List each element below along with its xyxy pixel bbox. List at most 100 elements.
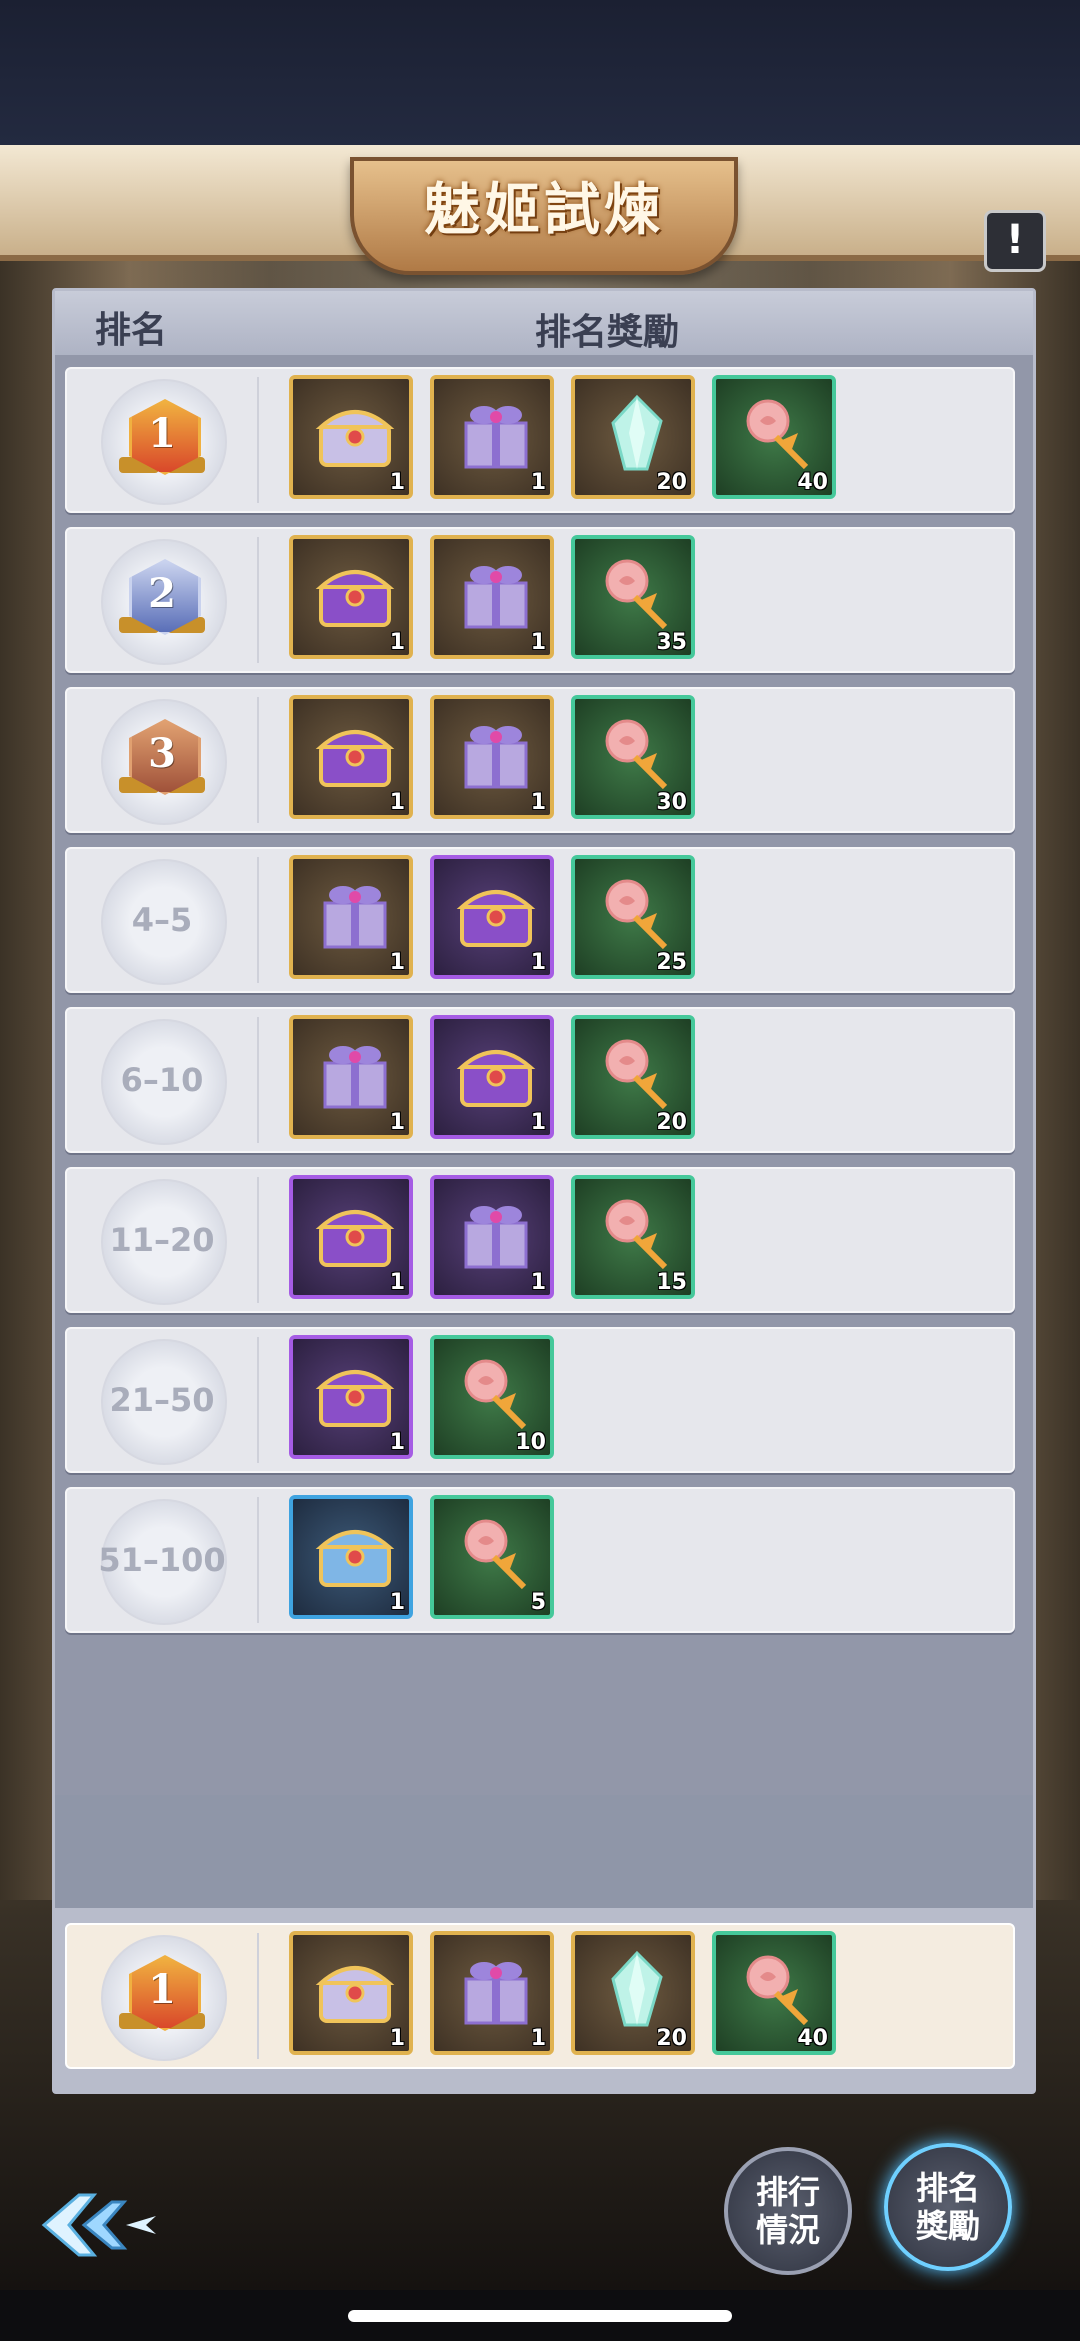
- item-quantity: 35: [656, 630, 687, 655]
- reward-item[interactable]: 10: [430, 1335, 554, 1459]
- row-divider: [257, 1337, 259, 1463]
- rank-medal-icon: 1: [119, 1955, 205, 2031]
- item-quantity: 20: [656, 470, 687, 495]
- ranking-reward-button[interactable]: 排名 獎勵: [884, 2143, 1012, 2271]
- rank-cell: 11–20: [67, 1169, 257, 1311]
- back-button[interactable]: [34, 2180, 164, 2270]
- gift-box-icon: [454, 1949, 538, 2029]
- blue-chest-icon: [313, 1513, 397, 1593]
- reward-item[interactable]: 1: [289, 855, 413, 979]
- table-header: 排名 排名獎勵: [55, 291, 1033, 355]
- silver-chest-icon: [313, 1949, 397, 2029]
- info-button[interactable]: !: [984, 210, 1046, 272]
- rank-range: 21–50: [109, 1381, 215, 1419]
- reward-row: 6–10 1 1 20: [65, 1007, 1015, 1153]
- reward-item[interactable]: 40: [712, 1931, 836, 2055]
- rank-cell: 3: [67, 689, 257, 831]
- reward-item[interactable]: 1: [430, 855, 554, 979]
- silver-chest-icon: [313, 393, 397, 473]
- gift-box-icon: [454, 393, 538, 473]
- reward-item[interactable]: 40: [712, 375, 836, 499]
- reward-item[interactable]: 1: [289, 695, 413, 819]
- header-reward: 排名獎勵: [535, 312, 680, 353]
- item-quantity: 20: [656, 1110, 687, 1135]
- reward-item[interactable]: 1: [289, 535, 413, 659]
- reward-row: 4–5 1 1 25: [65, 847, 1015, 993]
- rank-range: 4–5: [131, 901, 193, 939]
- reward-item[interactable]: 1: [289, 1495, 413, 1619]
- title-banner: 魅姬試煉: [0, 145, 1080, 275]
- rank-cell: 51–100: [67, 1489, 257, 1631]
- rank-number: 1: [148, 1966, 176, 2013]
- gift-box-icon: [313, 1033, 397, 1113]
- reward-item[interactable]: 1: [430, 375, 554, 499]
- back-arrow-icon: [41, 2193, 156, 2257]
- item-quantity: 5: [530, 1590, 546, 1615]
- rose-bouquet-icon: [595, 553, 679, 633]
- reward-item[interactable]: 1: [289, 1335, 413, 1459]
- reward-row: 11–20 1 1 15: [65, 1167, 1015, 1313]
- reward-item[interactable]: 20: [571, 1931, 695, 2055]
- purple-chest-icon: [313, 553, 397, 633]
- row-divider: [257, 1933, 259, 2059]
- ranking-reward-label-1: 排名: [915, 2169, 980, 2207]
- item-quantity: 1: [389, 2026, 405, 2051]
- rank-medal-icon: 1: [119, 399, 205, 475]
- item-quantity: 15: [656, 1270, 687, 1295]
- gift-box-icon: [313, 873, 397, 953]
- row-divider: [257, 1177, 259, 1303]
- reward-list[interactable]: 1 1 1 20 40 2 1 1 35 3 1 1 30 4–5 1 1 25 6–10 1 1 20 11–20 1 1 1…: [55, 355, 1033, 1795]
- item-quantity: 1: [389, 790, 405, 815]
- ranking-status-button[interactable]: 排行 情況: [724, 2147, 852, 2275]
- rank-number: 1: [148, 410, 176, 457]
- rank-range: 6–10: [120, 1061, 204, 1099]
- gift-box-icon: [454, 713, 538, 793]
- reward-item[interactable]: 1: [289, 375, 413, 499]
- rose-bouquet-icon: [454, 1513, 538, 1593]
- item-quantity: 1: [530, 470, 546, 495]
- row-divider: [257, 697, 259, 823]
- reward-item[interactable]: 1: [289, 1175, 413, 1299]
- item-quantity: 25: [656, 950, 687, 975]
- crystal-shard-icon: [595, 393, 679, 473]
- reward-item[interactable]: 1: [430, 1015, 554, 1139]
- item-quantity: 1: [530, 950, 546, 975]
- rank-number: 2: [148, 570, 176, 617]
- reward-item[interactable]: 1: [430, 1931, 554, 2055]
- item-quantity: 30: [656, 790, 687, 815]
- reward-item[interactable]: 1: [430, 1175, 554, 1299]
- my-rank-row: 1 1 1 20 40: [65, 1923, 1015, 2069]
- reward-item[interactable]: 15: [571, 1175, 695, 1299]
- item-quantity: 10: [515, 1430, 546, 1455]
- page-title: 魅姬試煉: [424, 178, 664, 243]
- reward-item[interactable]: 25: [571, 855, 695, 979]
- item-quantity: 1: [530, 1270, 546, 1295]
- rank-cell: 21–50: [67, 1329, 257, 1471]
- row-divider: [257, 857, 259, 983]
- item-quantity: 1: [530, 790, 546, 815]
- reward-row: 1 1 1 20 40: [65, 367, 1015, 513]
- reward-item[interactable]: 30: [571, 695, 695, 819]
- gift-box-icon: [454, 1193, 538, 1273]
- reward-item[interactable]: 20: [571, 375, 695, 499]
- reward-item[interactable]: 1: [430, 535, 554, 659]
- purple-chest-icon: [454, 873, 538, 953]
- reward-item[interactable]: 20: [571, 1015, 695, 1139]
- reward-item[interactable]: 1: [430, 695, 554, 819]
- row-divider: [257, 537, 259, 663]
- reward-item[interactable]: 5: [430, 1495, 554, 1619]
- crystal-shard-icon: [595, 1949, 679, 2029]
- item-quantity: 1: [389, 1110, 405, 1135]
- reward-item[interactable]: 1: [289, 1931, 413, 2055]
- purple-chest-icon: [313, 713, 397, 793]
- reward-item[interactable]: 35: [571, 535, 695, 659]
- reward-panel: 排名 排名獎勵 1 1 1 20 40 2 1 1 35 3 1 1 30 4–5 1 1 25 6–10 1 1 20…: [52, 288, 1036, 2094]
- reward-item[interactable]: 1: [289, 1015, 413, 1139]
- purple-chest-icon: [313, 1193, 397, 1273]
- item-quantity: 1: [389, 950, 405, 975]
- home-indicator: [348, 2310, 732, 2322]
- reward-row: 51–100 1 5: [65, 1487, 1015, 1633]
- rose-bouquet-icon: [454, 1353, 538, 1433]
- rose-bouquet-icon: [595, 1193, 679, 1273]
- rank-cell: 4–5: [67, 849, 257, 991]
